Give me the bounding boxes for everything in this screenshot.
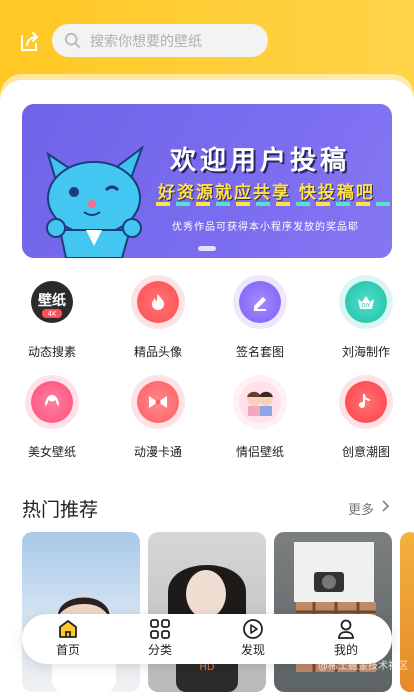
couple-icon — [239, 381, 281, 423]
svg-text:4K: 4K — [47, 310, 56, 318]
user-icon — [338, 619, 354, 639]
category-item-creative[interactable]: 创意潮图 — [314, 376, 414, 460]
category-item-beauty[interactable]: 美女壁纸 — [0, 376, 104, 460]
banner-title: 欢迎用户投稿 — [170, 146, 351, 176]
category-label: 动漫卡通 — [133, 445, 182, 459]
search-icon — [64, 32, 81, 48]
promo-banner[interactable]: 欢迎用户投稿 好资源就应共享 快投稿吧 优秀作品可获得本小程序发放的奖品耶 — [22, 104, 392, 258]
category-label: 签名套图 — [235, 345, 284, 359]
search-placeholder: 搜索你想要的壁纸 — [90, 33, 202, 50]
wallpaper-4k-icon: 壁纸 4K — [31, 281, 73, 323]
tab-mine[interactable]: 我的 — [316, 618, 376, 658]
bow-icon — [137, 381, 179, 423]
banner-pagination-dot — [198, 246, 216, 251]
category-item-dynamic-search[interactable]: 壁纸 4K 动态搜素 — [0, 276, 104, 360]
category-label: 精品头像 — [133, 345, 182, 359]
category-label: 刘海制作 — [341, 345, 390, 359]
category-label: 情侣壁纸 — [235, 445, 284, 459]
section-title-hot: 热门推荐 — [22, 499, 99, 521]
tab-label: 首页 — [55, 643, 80, 657]
blue-cat-mascot-icon — [46, 145, 145, 258]
chevron-right-icon[interactable] — [381, 499, 391, 513]
flame-icon — [137, 281, 179, 323]
svg-text:壁纸: 壁纸 — [38, 292, 66, 309]
tab-categories[interactable]: 分类 — [130, 618, 190, 658]
tab-discover[interactable]: 发现 — [223, 618, 283, 658]
category-item-anime[interactable]: 动漫卡通 — [106, 376, 210, 460]
hair-icon — [31, 381, 73, 423]
tab-label: 分类 — [147, 643, 172, 657]
share-icon[interactable] — [18, 30, 42, 54]
home-icon — [59, 620, 77, 638]
svg-text:DIY: DIY — [362, 303, 371, 309]
category-item-couple[interactable]: 情侣壁纸 — [208, 376, 312, 460]
music-note-icon — [345, 381, 387, 423]
wallpaper-thumbnail[interactable]: HD — [148, 532, 266, 692]
grid-icon — [150, 619, 170, 639]
category-item-signature[interactable]: 签名套图 — [208, 276, 312, 360]
play-circle-icon — [243, 619, 263, 639]
tab-label: 我的 — [333, 643, 358, 657]
category-item-notch[interactable]: DIY 刘海制作 — [314, 276, 414, 360]
diy-crown-icon: DIY — [345, 281, 387, 323]
banner-divider — [156, 202, 392, 206]
tab-label: 发现 — [240, 643, 265, 657]
more-link[interactable]: 更多 — [348, 499, 374, 518]
category-label: 美女壁纸 — [27, 445, 76, 459]
search-input[interactable]: 搜索你想要的壁纸 — [52, 24, 268, 57]
category-label: 创意潮图 — [341, 445, 390, 459]
banner-note: 优秀作品可获得本小程序发放的奖品耶 — [172, 222, 359, 233]
wallpaper-thumbnail[interactable] — [22, 532, 140, 692]
category-label: 动态搜素 — [27, 345, 76, 359]
tab-home[interactable]: 首页 — [38, 618, 98, 658]
banner-subtitle: 好资源就应共享 快投稿吧 — [158, 183, 375, 203]
pen-icon — [239, 281, 281, 323]
watermark: @稀土掘金技术社区 — [318, 661, 408, 672]
category-item-avatar[interactable]: 精品头像 — [106, 276, 210, 360]
